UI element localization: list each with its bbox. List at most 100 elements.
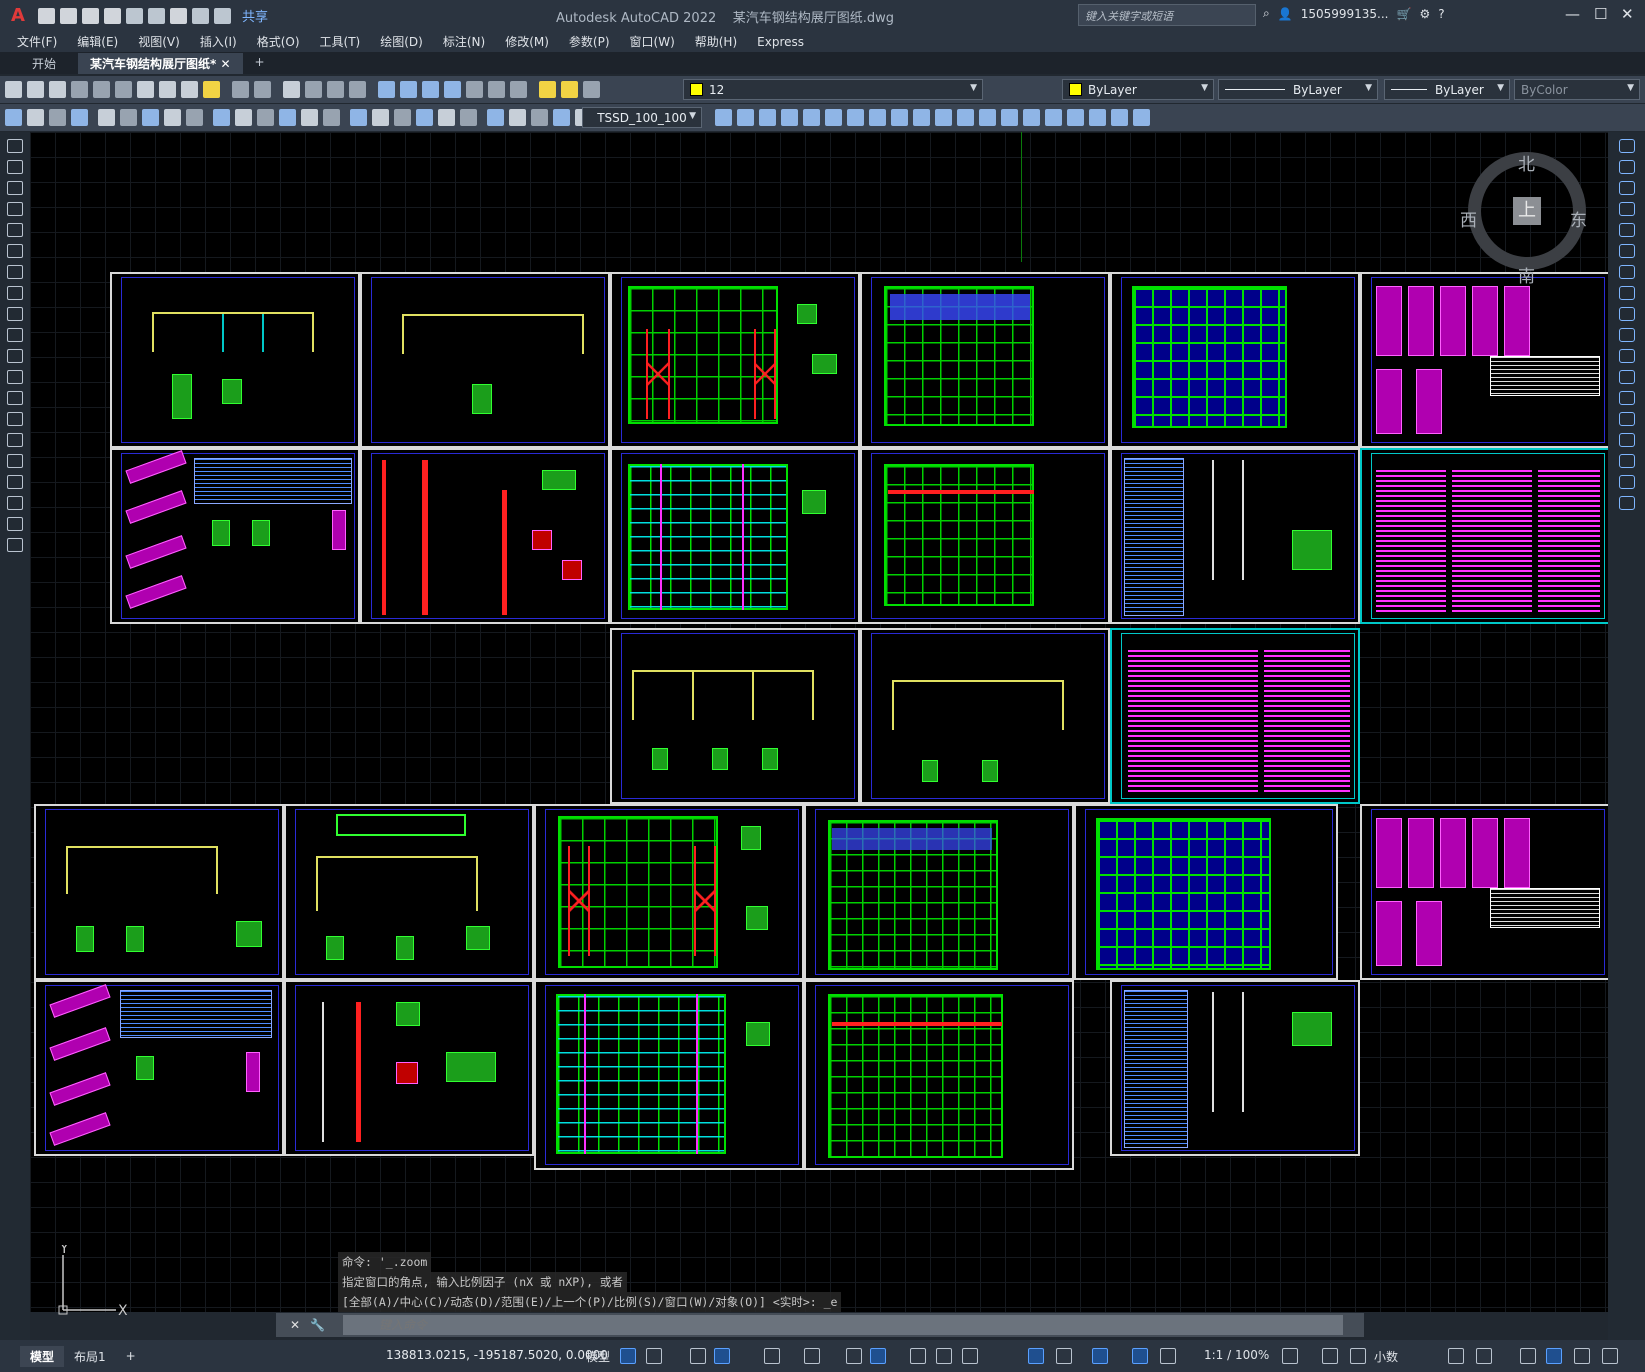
quick-properties-toggle-icon[interactable] xyxy=(1448,1348,1464,1364)
extend-icon[interactable] xyxy=(1618,349,1635,363)
command-input[interactable] xyxy=(342,1315,1343,1335)
point-icon[interactable] xyxy=(7,412,23,426)
menu-item[interactable]: 文件(F) xyxy=(17,33,57,50)
linetype-dropdown[interactable]: ByLayer ▼ xyxy=(1218,79,1378,100)
menu-item[interactable]: 格式(O) xyxy=(257,33,300,50)
dimension-tool-icon[interactable] xyxy=(323,109,340,126)
explode-icon[interactable] xyxy=(1618,496,1635,510)
osnap-icon[interactable] xyxy=(804,1348,820,1364)
zoom-window-icon[interactable] xyxy=(327,81,344,98)
structural-tool-icon[interactable] xyxy=(847,109,864,126)
drawing-sheet[interactable] xyxy=(610,272,860,448)
menu-item[interactable]: 插入(I) xyxy=(200,33,237,50)
structural-tool-icon[interactable] xyxy=(979,109,996,126)
drawing-sheet[interactable] xyxy=(534,804,804,980)
viewcube-east-label[interactable]: 东 xyxy=(1570,206,1587,231)
transparency-icon[interactable] xyxy=(936,1348,952,1364)
drawing-sheet[interactable] xyxy=(1110,448,1360,624)
selection-cycling-icon[interactable] xyxy=(870,1348,886,1364)
structural-tool-icon[interactable] xyxy=(803,109,820,126)
dimension-tool-icon[interactable] xyxy=(553,109,570,126)
dimension-tool-icon[interactable] xyxy=(416,109,433,126)
plot-icon[interactable] xyxy=(71,81,88,98)
dimension-tool-icon[interactable] xyxy=(5,109,22,126)
blend-curves-icon[interactable] xyxy=(1618,475,1635,489)
dimension-tool-icon[interactable] xyxy=(350,109,367,126)
drawing-sheet[interactable] xyxy=(110,448,360,624)
drawing-canvas[interactable] xyxy=(30,132,1608,1312)
preview-icon[interactable] xyxy=(93,81,110,98)
drawing-sheet[interactable] xyxy=(284,980,534,1156)
structural-tool-icon[interactable] xyxy=(1001,109,1018,126)
region-icon[interactable] xyxy=(7,475,23,489)
scale-icon[interactable] xyxy=(1618,286,1635,300)
dimension-tool-icon[interactable] xyxy=(531,109,548,126)
dimension-tool-icon[interactable] xyxy=(394,109,411,126)
menu-item[interactable]: 标注(N) xyxy=(443,33,485,50)
viewcube-top-face[interactable]: 上 xyxy=(1513,197,1541,225)
menu-item[interactable]: 修改(M) xyxy=(505,33,549,50)
polyline-icon[interactable] xyxy=(7,181,23,195)
copy-icon[interactable] xyxy=(159,81,176,98)
circle-icon[interactable] xyxy=(7,265,23,279)
drawing-sheet[interactable] xyxy=(1110,980,1360,1156)
structural-tool-icon[interactable] xyxy=(935,109,952,126)
stretch-icon[interactable] xyxy=(1618,307,1635,321)
gizmo-icon[interactable] xyxy=(1092,1348,1108,1364)
auto-scale-icon[interactable] xyxy=(1160,1348,1176,1364)
trim-icon[interactable] xyxy=(1618,328,1635,342)
mirror-icon[interactable] xyxy=(1618,181,1635,195)
structural-tool-icon[interactable] xyxy=(957,109,974,126)
dimension-tool-icon[interactable] xyxy=(120,109,137,126)
copy-icon[interactable] xyxy=(1618,160,1635,174)
layer-freeze-icon[interactable] xyxy=(561,81,578,98)
new-file-icon[interactable] xyxy=(38,7,55,24)
break-at-point-icon[interactable] xyxy=(1618,370,1635,384)
rectangle-icon[interactable] xyxy=(7,223,23,237)
help-icon[interactable]: ? xyxy=(1438,7,1444,21)
dimension-tool-icon[interactable] xyxy=(235,109,252,126)
sheet-set-icon[interactable] xyxy=(444,81,461,98)
share-button[interactable]: 共享 xyxy=(242,6,268,25)
cut-icon[interactable] xyxy=(137,81,154,98)
quick-properties-icon[interactable] xyxy=(962,1348,978,1364)
revcloud-icon[interactable] xyxy=(7,286,23,300)
dimension-tool-icon[interactable] xyxy=(213,109,230,126)
polygon-icon[interactable] xyxy=(7,202,23,216)
drawing-sheet[interactable] xyxy=(360,272,610,448)
gradient-icon[interactable] xyxy=(7,454,23,468)
customization-menu-icon[interactable] xyxy=(1602,1348,1618,1364)
open-file-icon[interactable] xyxy=(60,7,77,24)
viewcube-south-label[interactable]: 南 xyxy=(1518,262,1535,287)
polar-icon[interactable] xyxy=(764,1348,780,1364)
web-mobile-open-icon[interactable] xyxy=(126,7,143,24)
structural-tool-icon[interactable] xyxy=(715,109,732,126)
cart-icon[interactable]: 🛒 xyxy=(1396,7,1411,21)
offset-icon[interactable] xyxy=(1618,202,1635,216)
dimension-tool-icon[interactable] xyxy=(301,109,318,126)
menu-item[interactable]: 窗口(W) xyxy=(630,33,675,50)
search-input[interactable]: 键入关键字或短语 xyxy=(1078,4,1256,26)
new-tab-button[interactable]: + xyxy=(243,53,277,74)
drawing-sheet[interactable] xyxy=(860,628,1110,804)
new-icon[interactable] xyxy=(5,81,22,98)
tab-layout1[interactable]: 布局1 xyxy=(64,1346,116,1367)
clean-screen-icon[interactable] xyxy=(1574,1348,1590,1364)
menu-item[interactable]: 工具(T) xyxy=(320,33,361,50)
zoom-realtime-icon[interactable] xyxy=(305,81,322,98)
dimension-tool-icon[interactable] xyxy=(49,109,66,126)
autodesk-app-icon[interactable]: ⚙ xyxy=(1419,7,1430,21)
line-icon[interactable] xyxy=(7,139,23,153)
dimension-tool-icon[interactable] xyxy=(27,109,44,126)
model-space-toggle[interactable]: 模型 xyxy=(586,1348,610,1365)
structural-tool-icon[interactable] xyxy=(1111,109,1128,126)
dimension-tool-icon[interactable] xyxy=(460,109,477,126)
customize-icon[interactable]: 🔧 xyxy=(310,1318,325,1332)
drawing-sheet[interactable] xyxy=(804,980,1074,1170)
autocad-logo-icon[interactable]: A xyxy=(6,5,30,27)
dynamic-ucs-icon[interactable] xyxy=(1028,1348,1044,1364)
structural-tool-icon[interactable] xyxy=(1023,109,1040,126)
units-icon[interactable] xyxy=(1350,1348,1366,1364)
drawing-sheet[interactable] xyxy=(1110,628,1360,804)
coordinates-readout[interactable]: 138813.0215, -195187.5020, 0.0000 xyxy=(386,1348,608,1362)
